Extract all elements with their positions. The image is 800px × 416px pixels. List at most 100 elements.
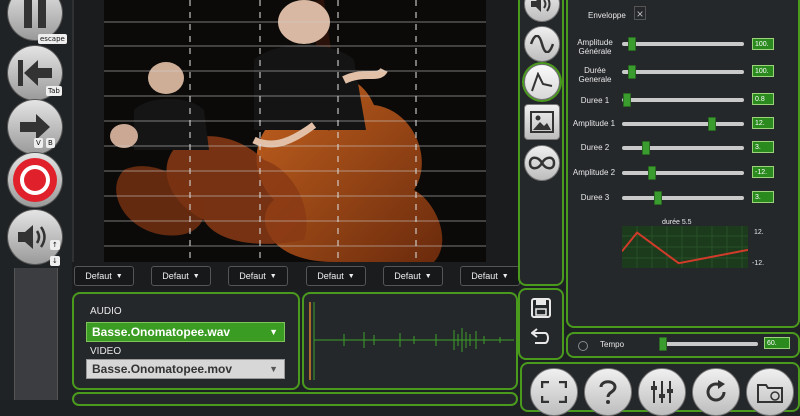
audio-label: AUDIO <box>90 306 122 317</box>
tab-loop[interactable] <box>524 145 560 181</box>
slider-thumb[interactable] <box>628 37 636 51</box>
slider-thumb[interactable] <box>654 191 662 205</box>
tempo-value[interactable]: 60. <box>764 337 790 349</box>
mixer-button[interactable] <box>638 368 686 416</box>
video-file-name: Basse.Onomatopee.mov <box>92 362 233 376</box>
audio-file-name: Basse.Onomatopee.wav <box>92 325 231 339</box>
sine-wave-icon <box>530 35 554 53</box>
save-button[interactable] <box>530 298 552 318</box>
forward-icon <box>20 114 50 140</box>
track-select-2[interactable]: Defaut ▼ <box>151 266 211 286</box>
param-label: Amplitude 2 <box>572 168 616 177</box>
track-select-label: Defaut <box>394 271 421 281</box>
tab-sine-wave[interactable] <box>524 26 560 62</box>
caret-down-icon: ▼ <box>269 272 277 280</box>
video-panel <box>72 0 518 290</box>
track-select-1[interactable]: Defaut ▼ <box>74 266 134 286</box>
waveform-panel[interactable] <box>302 292 518 390</box>
audio-file-select[interactable]: Basse.Onomatopee.wav ▼ <box>86 322 285 342</box>
slider-thumb[interactable] <box>648 166 656 180</box>
slider-thumb[interactable] <box>628 65 636 79</box>
param-value[interactable]: 3. <box>752 141 774 153</box>
tempo-slider[interactable] <box>659 337 758 351</box>
tab-image[interactable] <box>524 104 560 140</box>
rewind-shortcut: Tab <box>46 86 62 96</box>
slider-thumb[interactable] <box>708 117 716 131</box>
help-button[interactable] <box>584 368 632 416</box>
rewind-icon <box>18 60 52 86</box>
param-slider[interactable] <box>622 37 744 51</box>
open-folder-button[interactable] <box>746 368 794 416</box>
slider-thumb[interactable] <box>623 93 631 107</box>
graph-max-label: 12. <box>754 229 764 236</box>
volume-up-key[interactable]: ↑ <box>50 240 60 250</box>
caret-down-icon: ▼ <box>424 272 432 280</box>
video-label: VIDEO <box>90 346 122 357</box>
record-button[interactable] <box>8 153 62 207</box>
volume-meter[interactable] <box>14 268 58 400</box>
record-icon <box>13 158 57 202</box>
track-select-3[interactable]: Defaut ▼ <box>228 266 288 286</box>
left-controls: escape Tab V B ↑ ↓ <box>0 0 72 400</box>
param-value[interactable]: 0.8 <box>752 93 774 105</box>
param-slider[interactable] <box>622 141 744 155</box>
graph-title: durée 5.5 <box>662 219 692 226</box>
param-label: Duree 3 <box>580 193 610 202</box>
speaker-icon <box>531 0 551 12</box>
envelope-curve <box>621 226 749 268</box>
param-value[interactable]: 3. <box>752 191 774 203</box>
track-select-label: Defaut <box>162 271 189 281</box>
undo-button[interactable] <box>530 326 552 346</box>
param-value[interactable]: 100. <box>752 65 774 77</box>
track-select-label: Defaut <box>471 271 498 281</box>
param-slider[interactable] <box>622 65 744 79</box>
param-slider[interactable] <box>622 117 744 131</box>
reload-icon <box>706 380 726 402</box>
forward-shortcut-v: V <box>34 138 43 148</box>
param-slider[interactable] <box>622 93 744 107</box>
param-value[interactable]: 100. <box>752 38 774 50</box>
envelope-graph[interactable] <box>621 226 749 268</box>
pause-icon <box>24 0 46 28</box>
param-label: Durée Generale <box>578 66 612 84</box>
param-slider[interactable] <box>622 191 744 205</box>
fullscreen-button[interactable] <box>530 368 578 416</box>
track-select-label: Defaut <box>317 271 344 281</box>
param-label: Amplitude 1 <box>572 119 616 128</box>
tempo-label: Tempo <box>600 340 625 349</box>
track-select-label: Defaut <box>239 271 266 281</box>
slider-thumb[interactable] <box>642 141 650 155</box>
caret-down-icon: ▼ <box>269 327 278 337</box>
video-grid-divider <box>72 0 74 262</box>
param-value[interactable]: -12. <box>752 166 774 178</box>
pause-shortcut: escape <box>38 34 67 44</box>
reload-button[interactable] <box>692 368 740 416</box>
envelope-title: Enveloppe <box>588 11 626 20</box>
volume-down-key[interactable]: ↓ <box>50 256 60 266</box>
envelope-icon <box>531 72 553 92</box>
speaker-icon <box>18 225 46 249</box>
caret-down-icon: ▼ <box>347 272 355 280</box>
track-select-4[interactable]: Defaut ▼ <box>306 266 366 286</box>
video-image <box>104 0 486 262</box>
track-select-label: Defaut <box>85 271 112 281</box>
track-select-5[interactable]: Defaut ▼ <box>383 266 443 286</box>
caret-down-icon: ▼ <box>192 272 200 280</box>
tempo-toggle[interactable] <box>578 341 588 351</box>
caret-down-icon: ▼ <box>115 272 123 280</box>
image-icon <box>530 111 554 133</box>
infinity-icon <box>528 156 556 170</box>
video-frame[interactable] <box>104 0 486 262</box>
slider-thumb[interactable] <box>659 337 667 351</box>
param-slider[interactable] <box>622 166 744 180</box>
video-file-select[interactable]: Basse.Onomatopee.mov ▼ <box>86 359 285 379</box>
param-label: Duree 1 <box>580 96 610 105</box>
graph-min-label: -12. <box>752 260 765 267</box>
envelope-close-button[interactable]: × <box>634 6 646 21</box>
param-value[interactable]: 12. <box>752 117 774 129</box>
audio-waveform <box>309 302 514 380</box>
track-select-6[interactable]: Defaut ▼ <box>460 266 520 286</box>
caret-down-icon: ▼ <box>269 364 278 374</box>
tab-envelope[interactable] <box>524 64 560 100</box>
caret-down-icon: ▼ <box>501 272 509 280</box>
